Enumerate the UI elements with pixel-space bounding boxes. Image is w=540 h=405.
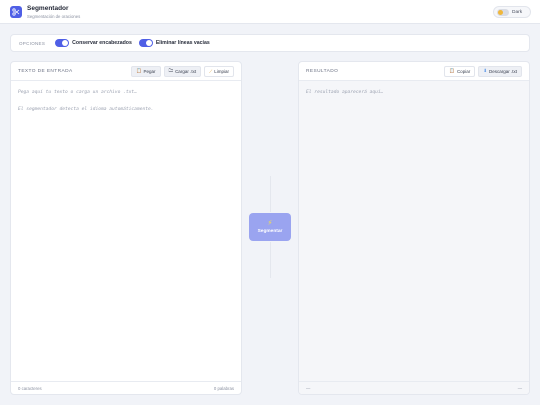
upload-txt-button[interactable]: 🗀 Cargar .txt xyxy=(163,65,202,77)
theme-toggle-label: Dark xyxy=(512,9,523,15)
clear-button[interactable]: ⟋ Limpiar xyxy=(204,65,234,77)
input-panel: TEXTO DE ENTRADA 📋 Pegar 🗀 Cargar .txt ⟋… xyxy=(10,61,242,395)
scissors-icon xyxy=(10,6,22,18)
output-panel-title: RESULTADO xyxy=(306,68,339,74)
output-panel-footer: — — xyxy=(299,381,529,394)
theme-toggle[interactable]: Dark xyxy=(493,6,531,18)
input-textarea[interactable]: Pega aquí tu texto o carga un archivo .t… xyxy=(11,81,241,381)
divider-line xyxy=(270,176,271,212)
copy-button[interactable]: 📋 Copiar xyxy=(444,65,476,77)
output-panel: RESULTADO 📋 Copiar ⬇ Descargar .txt El r… xyxy=(298,61,530,395)
output-footer-right: — xyxy=(517,385,522,391)
output-placeholder: El resultado aparecerá aquí… xyxy=(306,90,384,95)
segment-button[interactable]: ⚡ Segmentar xyxy=(249,213,291,241)
options-bar: OPCIONES Conservar encabezados Eliminar … xyxy=(10,34,530,52)
output-area[interactable]: El resultado aparecerá aquí… xyxy=(299,81,529,381)
lightning-icon: ⚡ xyxy=(267,220,273,227)
divider-line xyxy=(270,242,271,278)
app-title: Segmentador xyxy=(27,5,69,12)
output-panel-header: RESULTADO 📋 Copiar ⬇ Descargar .txt xyxy=(299,62,529,81)
clipboard-icon: 📋 xyxy=(449,68,455,73)
broom-icon: ⟋ xyxy=(209,68,213,74)
folder-icon: 🗀 xyxy=(168,68,174,73)
app-header: Segmentador Segmentación de oraciones Da… xyxy=(0,0,540,24)
download-txt-button[interactable]: ⬇ Descargar .txt xyxy=(478,65,522,77)
input-panel-title: TEXTO DE ENTRADA xyxy=(18,68,73,74)
app-subtitle: Segmentación de oraciones xyxy=(27,13,81,19)
sun-icon xyxy=(498,9,503,15)
paste-button[interactable]: 📋 Pegar xyxy=(130,65,161,77)
input-placeholder: Pega aquí tu texto o carga un archivo .t… xyxy=(18,90,154,112)
option-remove-empty-lines[interactable]: Eliminar líneas vacías xyxy=(138,39,210,47)
options-label: OPCIONES xyxy=(19,40,46,46)
input-panel-header: TEXTO DE ENTRADA 📋 Pegar 🗀 Cargar .txt ⟋… xyxy=(11,62,241,81)
input-panel-footer: 0 caracteres 0 palabras xyxy=(11,381,241,394)
keep-headers-toggle[interactable] xyxy=(55,39,70,47)
keep-headers-label: Conservar encabezados xyxy=(72,40,132,46)
output-footer-left: — xyxy=(306,385,311,391)
download-icon: ⬇ xyxy=(483,68,487,73)
segment-button-label: Segmentar xyxy=(257,229,283,234)
word-count: 0 palabras xyxy=(213,385,234,391)
theme-switch[interactable] xyxy=(497,8,509,16)
remove-empty-lines-label: Eliminar líneas vacías xyxy=(155,40,210,46)
option-keep-headers[interactable]: Conservar encabezados xyxy=(55,39,132,47)
clipboard-icon: 📋 xyxy=(135,68,142,73)
char-count: 0 caracteres xyxy=(18,385,42,391)
remove-empty-lines-toggle[interactable] xyxy=(138,39,153,47)
